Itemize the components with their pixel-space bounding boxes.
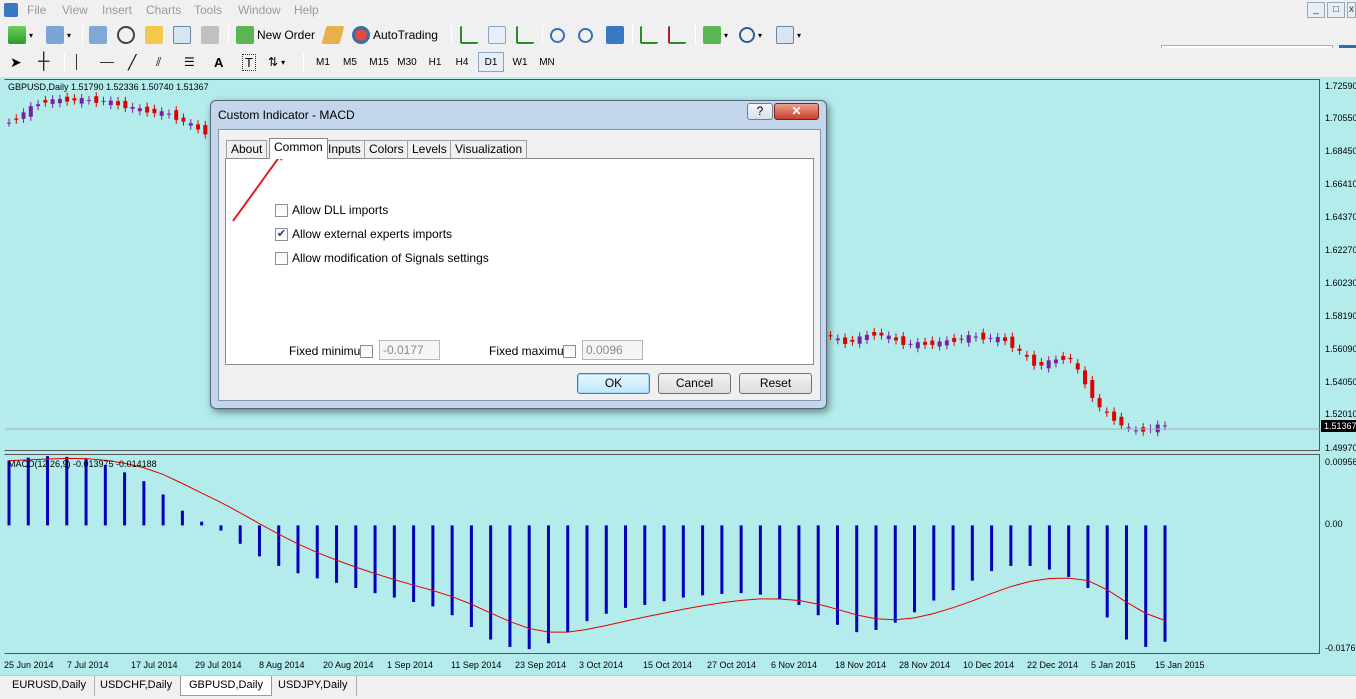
annotation-arrow-overlay bbox=[232, 151, 283, 222]
tab-common[interactable]: Common bbox=[269, 138, 328, 159]
annotation-arrow bbox=[232, 155, 281, 222]
